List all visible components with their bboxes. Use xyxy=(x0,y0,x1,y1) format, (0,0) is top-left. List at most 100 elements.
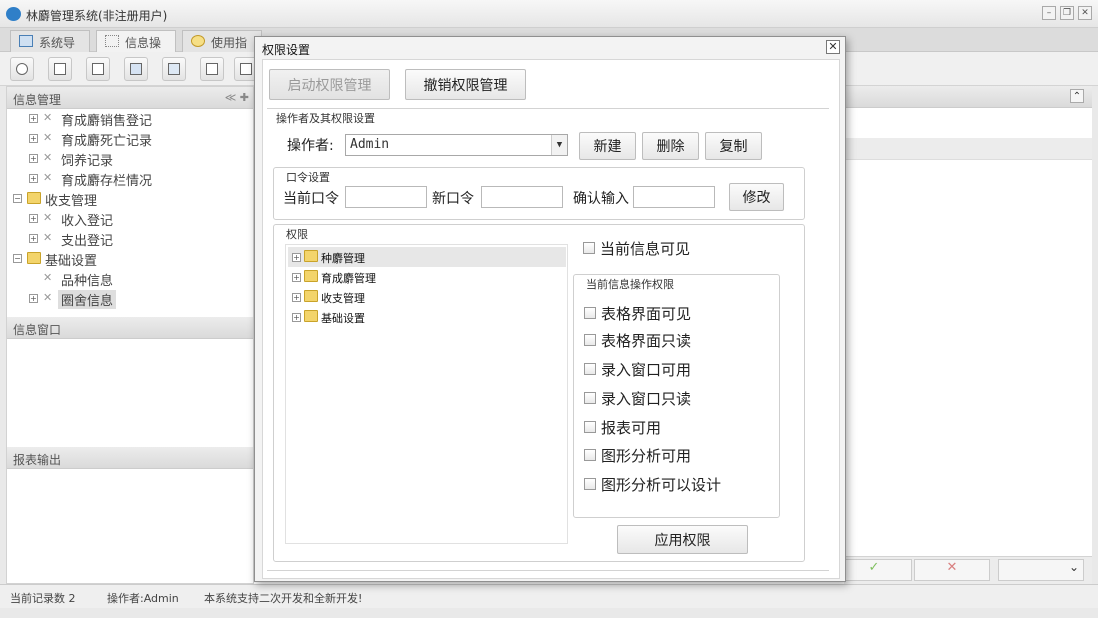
expander-icon[interactable]: + xyxy=(29,234,38,243)
folder-icon xyxy=(27,192,41,204)
tab-user-guide[interactable]: 使用指南 xyxy=(182,30,262,67)
restore-button[interactable]: ❐ xyxy=(1060,6,1074,20)
ops-group-title: 当前信息操作权限 xyxy=(584,276,676,292)
perm-tree-item-finance[interactable]: + 收支管理 xyxy=(288,287,566,307)
collapse-icon[interactable]: − xyxy=(13,194,22,203)
export-icon xyxy=(206,63,218,75)
current-password-label: 当前口令 xyxy=(283,191,339,207)
tab-system-nav[interactable]: 系统导航 xyxy=(10,30,90,67)
user-icon xyxy=(130,63,142,75)
collapse-up-icon[interactable]: ⌃ xyxy=(1070,89,1084,103)
delete-operator-button[interactable]: 删除 xyxy=(642,132,699,160)
perm-tree-item-grown-deer[interactable]: + 育成麝管理 xyxy=(288,267,566,287)
folder-icon xyxy=(304,250,318,262)
revoke-permission-button[interactable]: 撤销权限管理 xyxy=(405,69,526,100)
checkbox-label: 报表可用 xyxy=(601,419,662,437)
folder-icon xyxy=(27,252,41,264)
tree-item-label: 品种信息 xyxy=(61,274,114,289)
tools-icon: ✕ xyxy=(43,211,53,224)
new-password-input[interactable] xyxy=(481,186,563,208)
confirm-password-input[interactable] xyxy=(633,186,715,208)
dialog-body: 启动权限管理 撤销权限管理 操作者及其权限设置 操作者: Admin ▼ 新建 … xyxy=(262,59,840,579)
cancel-icon[interactable]: ✕ xyxy=(914,559,990,581)
expander-icon[interactable]: + xyxy=(29,174,38,183)
content-header: ⌃ xyxy=(844,86,1092,108)
minimize-button[interactable]: – xyxy=(1042,6,1056,20)
window-titlebar: 林麝管理系统(非注册用户) – ❐ ✕ xyxy=(0,0,1098,28)
collapse-icon[interactable]: − xyxy=(13,254,22,263)
checkbox[interactable] xyxy=(584,478,596,490)
expander-icon[interactable]: + xyxy=(29,214,38,223)
expander-icon[interactable]: + xyxy=(292,313,301,322)
new-operator-button[interactable]: 新建 xyxy=(579,132,636,160)
perm-tree-label: 收支管理 xyxy=(321,292,365,305)
expander-icon[interactable]: + xyxy=(29,294,38,303)
collapse-add-icon[interactable]: ≪ ✚ xyxy=(225,91,249,104)
checkbox[interactable] xyxy=(584,363,596,375)
document-icon xyxy=(92,63,104,75)
tree-item-label: 饲养记录 xyxy=(61,154,114,169)
expander-icon[interactable]: + xyxy=(292,273,301,282)
operator-group-title: 操作者及其权限设置 xyxy=(274,110,377,126)
expander-icon[interactable]: + xyxy=(292,253,301,262)
copy-operator-button[interactable]: 复制 xyxy=(705,132,762,160)
tree-item-label: 基础设置 xyxy=(45,254,98,269)
panel-header-report-output: 报表输出 xyxy=(7,447,253,469)
enable-permission-button[interactable]: 启动权限管理 xyxy=(269,69,390,100)
window-tool-button[interactable] xyxy=(162,57,186,81)
tools-icon: ✕ xyxy=(43,171,53,184)
apply-permission-button[interactable]: 应用权限 xyxy=(617,525,748,554)
checkbox[interactable] xyxy=(583,242,595,254)
expander-icon[interactable]: + xyxy=(29,134,38,143)
perm-tree-label: 育成麝管理 xyxy=(321,272,376,285)
current-password-input[interactable] xyxy=(345,186,427,208)
user-tool-button[interactable] xyxy=(124,57,148,81)
folder-icon xyxy=(304,310,318,322)
list-tool-button[interactable] xyxy=(48,57,72,81)
perm-tree-label: 种麝管理 xyxy=(321,252,365,265)
tab-info-ops[interactable]: 信息操作 xyxy=(96,30,176,67)
perm-tree-label: 基础设置 xyxy=(321,312,365,325)
modify-password-button[interactable]: 修改 xyxy=(729,183,784,211)
checkbox[interactable] xyxy=(584,449,596,461)
chevron-down-icon[interactable]: ▼ xyxy=(551,135,567,155)
panel-title: 信息管理 xyxy=(13,93,62,107)
dialog-close-button[interactable]: ✕ xyxy=(826,40,840,54)
operator-select-value: Admin xyxy=(350,137,390,152)
tree-item-label: 收入登记 xyxy=(61,214,114,229)
content-column-header xyxy=(844,138,1092,160)
panel-header-info-management: 信息管理 ≪ ✚ xyxy=(7,87,253,109)
window-close-button[interactable]: ✕ xyxy=(1078,6,1092,20)
status-bar: 当前记录数 2 操作者:Admin 本系统支持二次开发和全新开发! xyxy=(0,584,1098,608)
tree-item-label: 支出登记 xyxy=(61,234,114,249)
status-notice: 本系统支持二次开发和全新开发! xyxy=(204,592,363,605)
tree-item-label: 圈舍信息 xyxy=(58,290,117,309)
search-tool-button[interactable] xyxy=(10,57,34,81)
expander-icon[interactable]: + xyxy=(292,293,301,302)
export-tool-button[interactable] xyxy=(200,57,224,81)
permission-tree: + 种麝管理 + 育成麝管理 + 收支管理 + 基础设置 xyxy=(285,244,568,544)
confirm-icon[interactable]: ✓ xyxy=(836,559,912,581)
operator-select[interactable]: Admin ▼ xyxy=(345,134,568,156)
tools-icon: ✕ xyxy=(43,231,53,244)
content-action-bar: ✓ ✕ ⌄ xyxy=(836,556,1092,584)
checkbox-label: 表格界面可见 xyxy=(601,305,692,323)
expander-icon[interactable]: + xyxy=(29,154,38,163)
checkbox[interactable] xyxy=(584,334,596,346)
checkbox[interactable] xyxy=(584,421,596,433)
folder-icon xyxy=(304,270,318,282)
perm-tree-item-basic[interactable]: + 基础设置 xyxy=(288,307,566,327)
filter-dropdown[interactable]: ⌄ xyxy=(998,559,1084,581)
perm-tree-item-musk-deer[interactable]: + 种麝管理 xyxy=(288,247,566,267)
checkbox[interactable] xyxy=(584,307,596,319)
expander-icon[interactable]: + xyxy=(29,114,38,123)
checkbox-label: 表格界面只读 xyxy=(601,332,692,350)
panel-title: 报表输出 xyxy=(13,453,62,467)
checkbox-label: 录入窗口只读 xyxy=(601,390,692,408)
document-tool-button[interactable] xyxy=(86,57,110,81)
tools-icon: ✕ xyxy=(43,151,53,164)
checkbox-label: 录入窗口可用 xyxy=(601,361,692,379)
permission-dialog: 权限设置 ✕ 启动权限管理 撤销权限管理 操作者及其权限设置 操作者: Admi… xyxy=(254,36,846,582)
operator-label: 操作者: xyxy=(287,138,334,154)
checkbox[interactable] xyxy=(584,392,596,404)
